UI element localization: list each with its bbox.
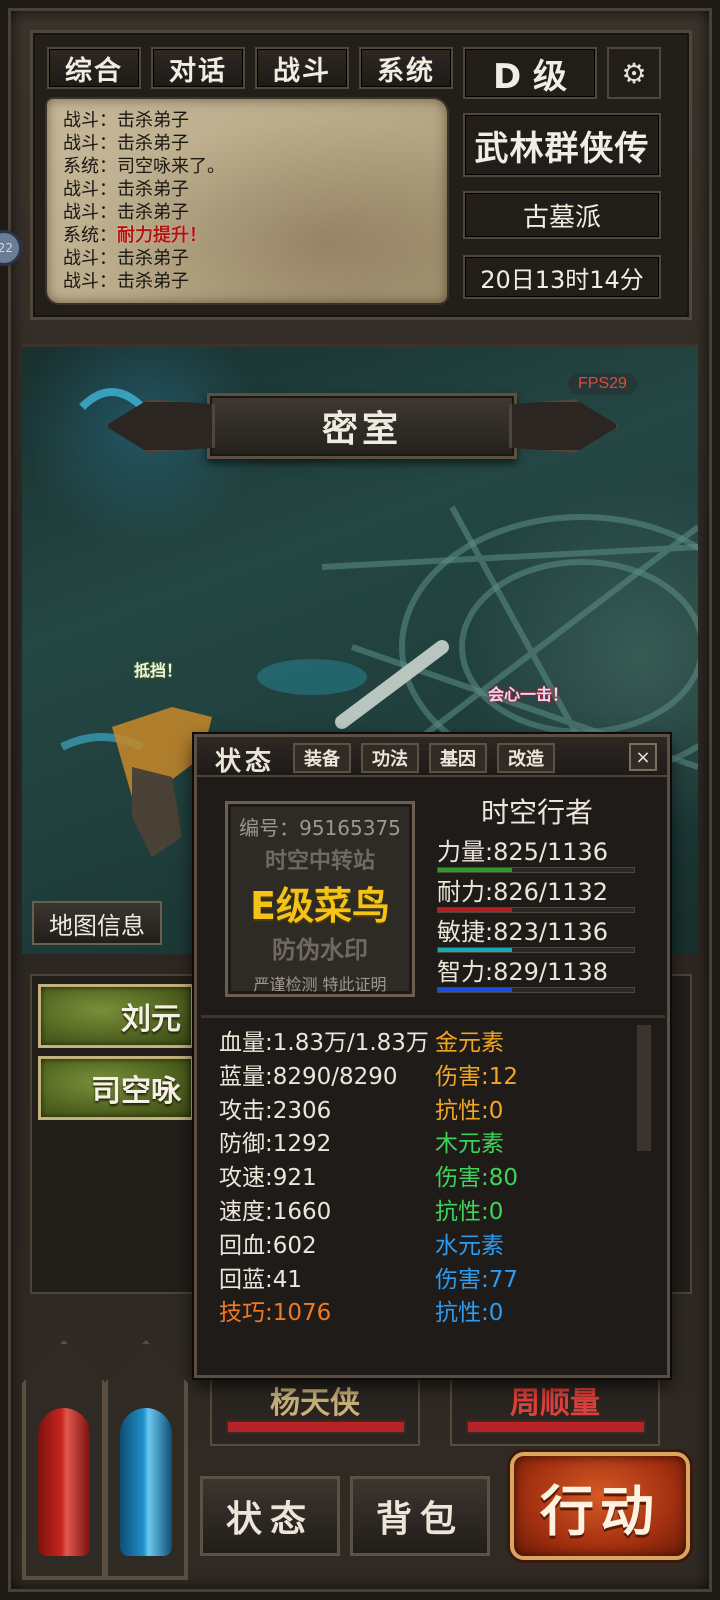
divider (201, 1015, 665, 1018)
top-panel: 综合 对话 战斗 系统 战斗：击杀弟子 战斗：击杀弟子 系统：司空咏来了。 战斗… (30, 30, 692, 320)
action-button[interactable]: 行动 (510, 1452, 690, 1560)
message-log[interactable]: 战斗：击杀弟子 战斗：击杀弟子 系统：司空咏来了。 战斗：击杀弟子 战斗：击杀弟… (47, 99, 447, 303)
detail-stat-row: 回血:602 (219, 1232, 317, 1259)
enemy-card[interactable]: 杨天侠 (210, 1378, 420, 1446)
attribute-bar (437, 987, 635, 993)
enemy-card[interactable]: 周顺量 (450, 1378, 660, 1446)
enemy-bar-area: 杨天侠 周顺量 (210, 1378, 670, 1456)
dialog-title: 状态 (215, 747, 276, 777)
tab-system[interactable]: 系统 (359, 47, 453, 89)
detail-stat-row: 木元素 (435, 1131, 504, 1158)
map-info-button[interactable]: 地图信息 (32, 901, 162, 945)
dialog-header: 状态 装备 功法 基因 改造 × (197, 737, 667, 777)
hp-orb (22, 1340, 106, 1580)
attribute-intellect: 智力:829/1138 (437, 957, 637, 997)
enemy-name: 周顺量 (510, 1386, 600, 1421)
enemy-hp-bar (226, 1420, 406, 1434)
attribute-endurance: 耐力:826/1132 (437, 877, 637, 917)
log-line: 战斗：击杀弟子 (63, 110, 189, 131)
status-dialog: 状态 装备 功法 基因 改造 × 编号：95165375 时空中转站 E级菜鸟 … (194, 734, 670, 1378)
detail-stat-row: 伤害:80 (435, 1165, 519, 1192)
detail-stat-row: 蓝量:8290/8290 (219, 1063, 398, 1090)
location-name: 密室 (207, 393, 517, 459)
enemy-name: 杨天侠 (270, 1386, 360, 1421)
log-line: 系统：司空咏来了。 (63, 156, 225, 177)
settings-button[interactable]: ⚙ (607, 47, 661, 99)
attribute-bar (437, 947, 635, 953)
gear-icon: ⚙ (621, 56, 647, 90)
detail-stat-row: 回蓝:41 (219, 1266, 303, 1293)
bag-button[interactable]: 背包 (350, 1476, 490, 1556)
card-id: 编号：95165375 (239, 816, 401, 840)
attribute-strength: 力量:825/1136 (437, 837, 637, 877)
party-member-button[interactable]: 刘元 (38, 984, 194, 1048)
detail-stat-row: 抗性:0 (435, 1300, 504, 1327)
tab-equipment[interactable]: 装备 (293, 743, 351, 773)
status-button[interactable]: 状态 (200, 1476, 340, 1556)
game-datetime: 20日13时14分 (463, 255, 661, 299)
banner-left-ornament (105, 399, 215, 453)
close-button[interactable]: × (629, 743, 657, 771)
log-line-alert: 系统：耐力提升！ (63, 225, 207, 246)
detail-stat-row: 抗性:0 (435, 1097, 504, 1124)
log-line: 战斗：击杀弟子 (63, 133, 189, 154)
card-watermark: 防伪水印 (272, 936, 368, 964)
grade-badge: D 级 (463, 47, 597, 99)
attribute-agility: 敏捷:823/1136 (437, 917, 637, 957)
party-member-button[interactable]: 司空咏 (38, 1056, 194, 1120)
detail-stat-row: 金元素 (435, 1030, 504, 1056)
character-name: 时空行者 (480, 796, 593, 829)
tab-genes[interactable]: 基因 (429, 743, 487, 773)
detail-stat-row: 水元素 (435, 1232, 504, 1259)
detail-stat-row: 攻击:2306 (219, 1097, 332, 1124)
log-line: 战斗：击杀弟子 (63, 179, 189, 200)
card-certification: 严谨检测 特此证明 (253, 975, 387, 994)
attribute-panel: 时空行者 力量:825/1136 耐力:826/1132 敏捷:823/1136… (437, 791, 637, 997)
detail-stat-row: 抗性:0 (435, 1198, 504, 1225)
scrollbar[interactable] (637, 1025, 651, 1151)
sect-label: 古墓派 (463, 191, 661, 239)
game-title: 武林群侠传 (463, 113, 661, 177)
tab-combat[interactable]: 战斗 (255, 47, 349, 89)
id-card: 编号：95165375 时空中转站 E级菜鸟 防伪水印 严谨检测 特此证明 (225, 801, 415, 997)
location-banner: 密室 (92, 389, 632, 463)
attribute-bar (437, 867, 635, 873)
detail-stat-row: 攻速:921 (219, 1165, 317, 1192)
banner-right-ornament (509, 399, 619, 453)
tab-modify[interactable]: 改造 (497, 743, 555, 773)
detail-stat-row: 速度:1660 (219, 1198, 332, 1225)
player-rank: E级菜鸟 (250, 884, 390, 928)
enemy-hp-bar (466, 1420, 646, 1434)
detail-stat-row: 防御:1292 (219, 1131, 332, 1158)
detail-stat-row: 血量:1.83万/1.83万 (219, 1030, 429, 1056)
detail-stat-row: 技巧:1076 (219, 1300, 332, 1327)
tab-all[interactable]: 综合 (47, 47, 141, 89)
detail-stat-row: 伤害:77 (435, 1266, 519, 1293)
log-line: 战斗：击杀弟子 (63, 271, 189, 292)
mp-orb (104, 1340, 188, 1580)
close-icon: × (635, 746, 651, 768)
log-line: 战斗：击杀弟子 (63, 248, 189, 269)
card-watermark: 时空中转站 (264, 849, 375, 874)
detail-stat-row: 伤害:12 (435, 1063, 519, 1090)
log-line: 战斗：击杀弟子 (63, 202, 189, 223)
tab-skills[interactable]: 功法 (361, 743, 419, 773)
tab-dialogue[interactable]: 对话 (151, 47, 245, 89)
attribute-bar (437, 907, 635, 913)
floating-crit-text: 会心一击！ (488, 685, 569, 704)
floating-block-text: 抵挡！ (134, 661, 183, 680)
